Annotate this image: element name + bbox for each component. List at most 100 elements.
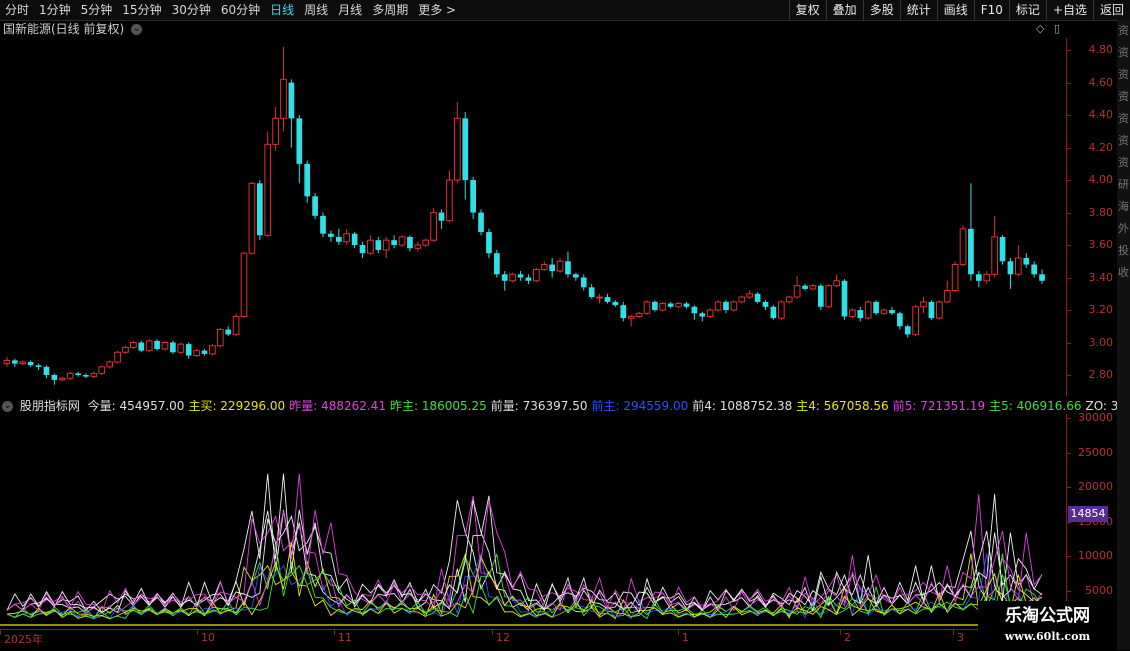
date-tick-label: 11 — [338, 631, 352, 644]
candle-body — [304, 163, 311, 197]
tab-2[interactable]: 5分钟 — [76, 0, 118, 20]
tab-10[interactable]: 更多 > — [413, 0, 461, 20]
side-strip-label: 资 — [1118, 46, 1129, 59]
candle — [612, 300, 619, 307]
candle-body — [438, 212, 445, 221]
tab-0[interactable]: 分时 — [0, 0, 34, 20]
candle — [943, 280, 951, 304]
candle-body — [612, 301, 619, 306]
candle — [256, 180, 263, 241]
candle — [367, 235, 374, 255]
tab-1[interactable]: 1分钟 — [34, 0, 76, 20]
tab-7[interactable]: 周线 — [299, 0, 333, 20]
candle-body — [58, 377, 66, 381]
chevron-down-icon[interactable]: ⌄ — [131, 24, 143, 35]
candle — [304, 160, 311, 203]
toolbar-button-0[interactable]: 复权 — [788, 0, 826, 20]
tab-5[interactable]: 60分钟 — [216, 0, 265, 20]
candle — [58, 376, 66, 382]
window-icon[interactable]: ▯ — [1054, 22, 1060, 35]
toolbar-button-1[interactable]: 叠加 — [825, 0, 863, 20]
side-strip-label: 研 — [1118, 178, 1129, 191]
chart-title[interactable]: 国新能源(日线 前复权) ⌄ — [3, 21, 143, 37]
candle — [75, 371, 81, 377]
price-tick — [1067, 375, 1071, 376]
candle — [232, 313, 240, 337]
candle — [351, 232, 358, 249]
candle-body — [935, 301, 943, 319]
date-axis: 2025年 10 11 12 1 2 3 — [0, 629, 1066, 651]
candle — [66, 371, 74, 380]
candle-body — [991, 236, 998, 275]
candle-body — [1039, 274, 1045, 281]
watermark-url: www.60lt.com — [1004, 630, 1091, 643]
candle — [414, 241, 422, 252]
toolbar-button-3[interactable]: 统计 — [899, 0, 937, 20]
price-tick — [1067, 277, 1071, 279]
chart-controls: ◇ ▯ — [1036, 22, 1060, 35]
indicator-chart[interactable] — [0, 414, 1066, 629]
candle — [296, 115, 303, 184]
toolbar-button-4[interactable]: 画线 — [936, 0, 974, 20]
date-tick-label: 2025年 — [4, 633, 43, 646]
candle-body — [817, 285, 824, 307]
diamond-icon[interactable]: ◇ — [1036, 22, 1044, 35]
candle — [991, 215, 998, 278]
indicator-tick — [1067, 418, 1071, 419]
candle-body — [1031, 264, 1037, 275]
candle-body — [12, 360, 18, 364]
tab-9[interactable]: 多周期 — [367, 0, 413, 20]
tab-3[interactable]: 15分钟 — [117, 0, 166, 20]
candle — [225, 326, 232, 337]
candle — [43, 365, 50, 379]
candle-body — [414, 244, 422, 249]
candle — [161, 340, 169, 351]
candle — [573, 272, 579, 281]
toolbar-button-2[interactable]: 多股 — [862, 0, 900, 20]
candle-body — [272, 117, 279, 145]
side-strip-label: 外 — [1118, 222, 1129, 235]
candle — [288, 79, 295, 148]
candle — [675, 301, 682, 309]
candle-body — [730, 301, 738, 311]
candle — [857, 306, 864, 322]
candle-body — [1015, 257, 1022, 275]
price-tick — [1067, 82, 1071, 84]
candle-body — [446, 179, 453, 222]
candle-body — [280, 78, 287, 119]
candle-body — [225, 329, 232, 335]
chart-title-text: 国新能源(日线 前复权) — [3, 22, 125, 36]
tab-6[interactable]: 日线 — [265, 0, 299, 20]
indicator-name[interactable]: 股朋指标网 — [20, 399, 80, 413]
candle-body — [170, 342, 176, 353]
candle — [643, 300, 651, 315]
toolbar-button-6[interactable]: 标记 — [1008, 0, 1046, 20]
candle — [556, 258, 564, 273]
indicator-tick-label: 25000 — [1078, 445, 1113, 459]
candle — [177, 342, 185, 354]
candle — [501, 271, 508, 291]
candle-body — [943, 290, 951, 303]
candle-body — [517, 274, 524, 278]
price-chart[interactable] — [0, 38, 1066, 396]
toolbar-button-7[interactable]: +自选 — [1045, 0, 1093, 20]
date-tick-label: 12 — [496, 631, 510, 644]
toolbar-buttons: 复权 叠加 多股 统计 画线 F10 标记 +自选 返回 — [788, 0, 1130, 20]
candle — [509, 272, 516, 283]
candle-body — [896, 313, 903, 327]
tab-4[interactable]: 30分钟 — [167, 0, 216, 20]
candle — [312, 193, 318, 220]
indicator-value: 主买: 229296.00 — [188, 399, 286, 413]
candle — [201, 349, 208, 356]
indicator-line — [6, 473, 1043, 614]
candle-body — [573, 274, 579, 278]
toolbar-button-8[interactable]: 返回 — [1092, 0, 1130, 20]
date-tick — [953, 630, 954, 635]
chevron-down-icon[interactable]: ⌄ — [2, 401, 13, 412]
price-tick — [1067, 147, 1071, 149]
candle-body — [288, 82, 295, 119]
side-info-strip[interactable]: 资资资资资资资研海外投收 — [1117, 20, 1130, 650]
toolbar-button-5[interactable]: F10 — [973, 0, 1009, 20]
candle — [398, 235, 406, 247]
tab-8[interactable]: 月线 — [333, 0, 367, 20]
